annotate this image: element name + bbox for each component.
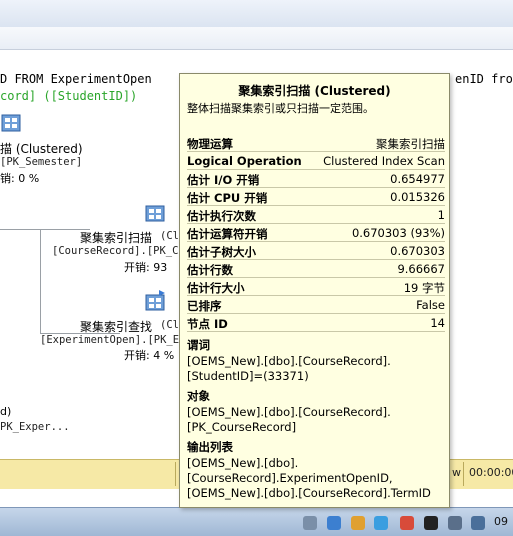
plan-node-1-object: [PK_Semester] (0, 156, 83, 168)
output-line-2: [CourseRecord].ExperimentOpenID, (187, 471, 393, 485)
plan-node-3-cost: 开销: 4 % (124, 349, 175, 362)
property-key: 已排序 (187, 299, 222, 313)
property-value: 19 字节 (403, 281, 445, 295)
property-key: 估计运算符开销 (187, 227, 268, 241)
tray-app-icon[interactable] (374, 516, 388, 530)
query-text-line-1-right: enID fro (455, 72, 513, 86)
tray-network-icon[interactable] (327, 516, 341, 530)
property-row: 节点 ID 14 (187, 314, 445, 332)
tray-qq-icon[interactable] (424, 516, 438, 530)
plan-node-1-label: 描 (Clustered) (0, 142, 83, 156)
property-key: Logical Operation (187, 154, 302, 168)
property-row: 估计行数 9.66667 (187, 260, 445, 278)
query-text-line-2: cord] ([StudentID]) (0, 89, 138, 103)
status-cell-mid: w (452, 466, 461, 479)
property-row: Logical Operation Clustered Index Scan (187, 152, 445, 170)
property-value: 14 (430, 316, 445, 330)
tray-arrow-icon[interactable] (303, 516, 317, 530)
output-line-3: [OEMS_New].[dbo].[CourseRecord].TermID (187, 486, 431, 500)
taskbar-clock[interactable]: 09 (494, 515, 508, 528)
predicate-heading: 谓词 (187, 338, 210, 352)
tooltip-properties: 物理运算 聚集索引扫描 Logical Operation Clustered … (187, 134, 445, 332)
status-elapsed-time: 00:00:00 (469, 466, 513, 479)
property-row: 估计行大小 19 字节 (187, 278, 445, 296)
plan-connector (40, 229, 41, 333)
property-value: 1 (437, 208, 445, 222)
tray-app-icon[interactable] (448, 516, 462, 530)
property-row: 估计运算符开销 0.670303 (93%) (187, 224, 445, 242)
tray-volume-icon[interactable] (471, 516, 485, 530)
plan-node-3-label: 聚集索引查找 (80, 320, 153, 334)
property-key: 估计 CPU 开销 (187, 191, 268, 205)
property-value: 0.670303 (390, 244, 445, 258)
plan-connector (0, 229, 90, 230)
property-row: 估计 CPU 开销 0.015326 (187, 188, 445, 206)
clustered-index-scan-icon[interactable] (0, 111, 26, 135)
plan-node-3-object: [ExperimentOpen].[PK_E (40, 334, 180, 346)
property-row: 已排序 False (187, 296, 445, 314)
property-key: 物理运算 (187, 137, 233, 151)
property-value: 0.654977 (390, 172, 445, 186)
plan-node-2-cost: 开销: 93 (124, 261, 168, 274)
plan-node-2-label-suffix: (Cl (160, 230, 179, 242)
property-value: 0.670303 (93%) (351, 226, 445, 240)
object-heading: 对象 (187, 389, 210, 403)
property-key: 估计执行次数 (187, 209, 256, 223)
object-line-2: [PK_CourseRecord] (187, 420, 297, 434)
property-value: False (416, 298, 445, 312)
tooltip-title: 聚集索引扫描 (Clustered) (238, 84, 391, 98)
tray-app-icon[interactable] (400, 516, 414, 530)
plan-node-2-label: 聚集索引扫描 (80, 231, 153, 245)
property-key: 估计 I/O 开销 (187, 173, 260, 187)
object-line-1: [OEMS_New].[dbo].[CourseRecord]. (187, 405, 391, 419)
predicate-line-2: [StudentID]=(33371) (187, 369, 309, 383)
operator-tooltip: 聚集索引扫描 (Clustered) 整体扫描聚集索引或只扫描一定范围。 物理运… (179, 73, 450, 508)
clustered-index-scan-icon[interactable] (143, 200, 169, 224)
predicate-line-1: [OEMS_New].[dbo].[CourseRecord]. (187, 354, 391, 368)
property-key: 估计行大小 (187, 281, 245, 295)
property-value: 0.015326 (390, 190, 445, 204)
window-toolbar (0, 0, 513, 28)
property-row: 估计执行次数 1 (187, 206, 445, 224)
tray-app-icon[interactable] (351, 516, 365, 530)
property-row: 物理运算 聚集索引扫描 (187, 134, 445, 152)
windows-taskbar: 09 (0, 507, 513, 536)
property-key: 估计子树大小 (187, 245, 256, 259)
output-line-1: [OEMS_New].[dbo]. (187, 456, 299, 470)
tooltip-description: 整体扫描聚集索引或只扫描一定范围。 (187, 102, 374, 115)
clustered-index-seek-icon[interactable] (143, 289, 169, 313)
property-key: 估计行数 (187, 263, 233, 277)
property-row: 估计子树大小 0.670303 (187, 242, 445, 260)
document-tab-strip (0, 27, 513, 50)
plan-node-2-object: [CourseRecord].[PK_C (52, 245, 179, 257)
property-value: 9.66667 (397, 262, 445, 276)
property-value: 聚集索引扫描 (376, 137, 445, 151)
plan-node-4-object: PK_Exper... (0, 421, 70, 433)
plan-node-1-cost: 销: 0 % (0, 172, 40, 185)
property-value: Clustered Index Scan (323, 154, 445, 168)
property-key: 节点 ID (187, 317, 228, 331)
property-row: 估计 I/O 开销 0.654977 (187, 170, 445, 188)
output-list-heading: 输出列表 (187, 440, 233, 454)
plan-node-4-label: d) (0, 405, 12, 418)
query-text-line-1: D FROM ExperimentOpen (0, 72, 152, 86)
plan-node-3-label-suffix: (Cl (160, 319, 179, 331)
